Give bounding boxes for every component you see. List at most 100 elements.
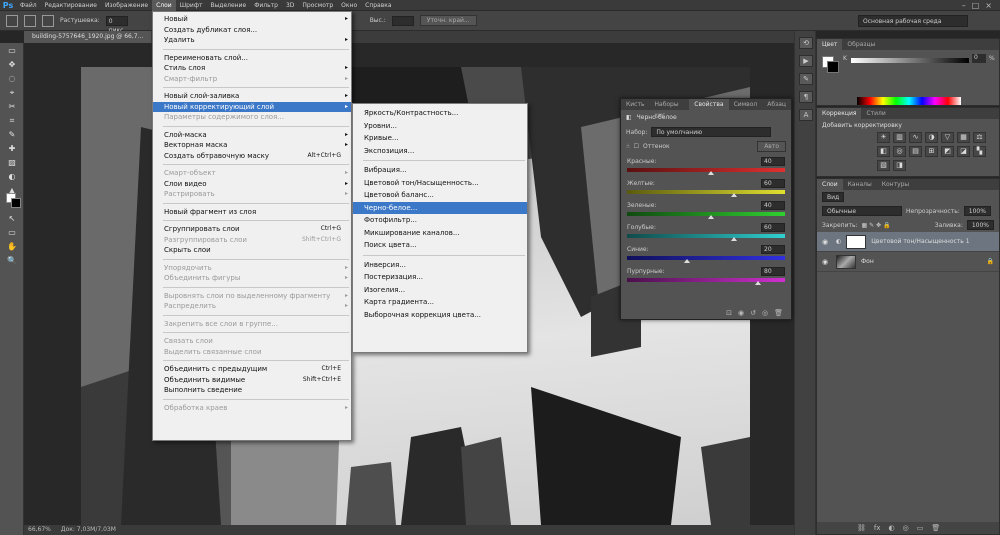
menu-item[interactable]: Новый корректирующий слой ▸ [153,101,351,112]
tool-icon[interactable]: ◐ [1,170,23,183]
menu-view[interactable]: Просмотр [298,0,337,11]
actions-icon[interactable]: ▶ [799,55,813,67]
adjustment-preset-icon[interactable]: ⊞ [925,146,938,157]
menu-item[interactable]: Черно-белое... [353,201,527,214]
adjustment-preset-icon[interactable]: ⚖ [973,132,986,143]
auto-button[interactable]: Авто [757,141,786,152]
adjustment-preset-icon[interactable]: ▦ [957,132,970,143]
menu-item[interactable]: Переименовать слой... [153,53,351,64]
menu-image[interactable]: Изображение [101,0,152,11]
color-spectrum[interactable] [857,97,961,105]
menu-item[interactable]: Объединить видимые Shift+Ctrl+E [153,375,351,386]
tool-icon[interactable]: ◌ [1,72,23,85]
adjustment-preset-icon[interactable]: ▚ [973,146,986,157]
layer-thumbnail[interactable] [836,254,856,269]
eye-icon[interactable]: ◉ [822,238,831,246]
tool-icon[interactable]: ✥ [1,58,23,71]
menu-item[interactable]: Фотофильтр... [353,214,527,227]
menu-item[interactable]: Объединить с предыдущим Ctrl+E [153,364,351,375]
tab-styles[interactable]: Стили [861,108,890,119]
menu-item[interactable]: Слой-маска ▸ [153,130,351,141]
blend-mode-select[interactable]: Обычные [822,206,902,216]
menu-item[interactable]: Яркость/Контрастность... [353,107,527,120]
menu-item[interactable]: Кривые... [353,132,527,145]
layer-name[interactable]: Цветовой тон/Насыщенность 1 [871,238,969,245]
menu-item[interactable]: Цветовой баланс... [353,189,527,202]
tab-adjustments[interactable]: Коррекция [817,108,862,119]
slider-knob-icon[interactable] [707,215,714,219]
menu-item[interactable]: Изогелия... [353,284,527,297]
layers-footer-icon[interactable]: 🗑 [931,522,940,534]
finger-tool-icon[interactable]: ☝ [626,143,630,150]
menu-item[interactable]: Сгруппировать слои Ctrl+G [153,224,351,235]
menu-layer[interactable]: Слои [152,0,176,11]
layers-footer-icon[interactable]: ⛓ [857,522,866,534]
channel-value-input[interactable]: 60 [761,222,785,232]
menu-item[interactable]: Слои видео ▸ [153,179,351,190]
menu-item[interactable]: Уровни... [353,120,527,133]
menu-filter[interactable]: Фильтр [250,0,282,11]
adjustment-preset-icon[interactable]: ◎ [893,146,906,157]
tool-icon[interactable]: ✚ [1,142,23,155]
menu-item[interactable]: Экспозиция... [353,145,527,158]
adjustment-preset-icon[interactable]: ◩ [941,146,954,157]
background-swatch[interactable] [11,198,21,208]
slider-knob-icon[interactable] [731,193,738,197]
channel-value-input[interactable]: 20 [761,244,785,254]
adjustment-preset-icon[interactable]: ▤ [909,146,922,157]
adjustment-preset-icon[interactable]: ◑ [925,132,938,143]
tool-icon[interactable]: ↖ [1,212,23,225]
tool-icon[interactable]: ⌗ [1,114,23,127]
clip-icon[interactable]: ⊡ [726,307,732,319]
adjustment-preset-icon[interactable]: ☀ [877,132,890,143]
menu-item[interactable]: Инверсия... [353,259,527,272]
channel-slider[interactable] [627,212,785,219]
menu-item[interactable]: Создать обтравочную маску Alt+Ctrl+G [153,151,351,162]
layer-row[interactable]: ◉ ◐ Цветовой тон/Насыщенность 1 [817,232,999,252]
feather-input[interactable]: 0 пикс [105,15,128,34]
refine-edge-button[interactable]: Уточн. край... [419,15,477,26]
character-icon[interactable]: A [799,109,813,121]
tool-icon[interactable]: ✋ [1,240,23,253]
trash-icon[interactable]: 🗑 [774,307,783,319]
tool-icon[interactable]: ▭ [1,226,23,239]
document-tab[interactable]: building-5757646_1920.jpg @ 66,7... [24,31,152,43]
channel-value-input[interactable]: 80 [761,266,785,276]
properties-tab[interactable]: Абзац [762,99,791,110]
properties-tab[interactable]: Кисть [621,99,650,110]
adjustment-preset-icon[interactable]: ◧ [877,146,890,157]
menu-window[interactable]: Окно [337,0,361,11]
menu-item[interactable]: Микширование каналов... [353,227,527,240]
layer-mask-thumbnail[interactable] [846,234,867,249]
layers-footer-icon[interactable]: ◎ [903,522,909,534]
layers-footer-icon[interactable]: ▭ [917,522,924,534]
tab-swatches[interactable]: Образцы [842,39,880,50]
layer-row[interactable]: ◉ Фон 🔒 [817,252,999,272]
channel-value-input[interactable]: 40 [761,200,785,210]
slider-knob-icon[interactable] [707,171,714,175]
view-previous-icon[interactable]: ◉ [738,307,744,319]
menu-item[interactable]: Скрыть слои [153,245,351,256]
menu-file[interactable]: Файл [16,0,41,11]
marquee-tool-icon[interactable] [6,14,18,27]
channel-slider[interactable] [627,190,785,197]
slider-knob-icon[interactable] [731,237,738,241]
menu-3d[interactable]: 3D [282,0,298,11]
tool-icon[interactable]: ▭ [1,44,23,57]
slider-knob-icon[interactable] [755,281,762,285]
adjustment-preset-icon[interactable]: ▽ [941,132,954,143]
menu-item[interactable]: Поиск цвета... [353,239,527,252]
channel-slider[interactable] [627,256,785,263]
tool-icon[interactable]: ▨ [1,156,23,169]
height-input[interactable] [391,15,414,26]
tab-layers[interactable]: Слои [817,179,843,190]
reset-icon[interactable]: ↺ [750,307,756,319]
menu-item[interactable]: Вибрация... [353,164,527,177]
properties-tab[interactable]: Символ [729,99,763,110]
adjustment-preset-icon[interactable]: ◪ [957,146,970,157]
properties-tab[interactable]: Свойства [689,99,729,110]
menu-item[interactable]: Выборочная коррекция цвета... [353,309,527,322]
menu-item[interactable]: Удалить ▸ [153,35,351,46]
menu-item[interactable]: Стиль слоя ▸ [153,63,351,74]
tool-icon[interactable]: ✎ [1,128,23,141]
